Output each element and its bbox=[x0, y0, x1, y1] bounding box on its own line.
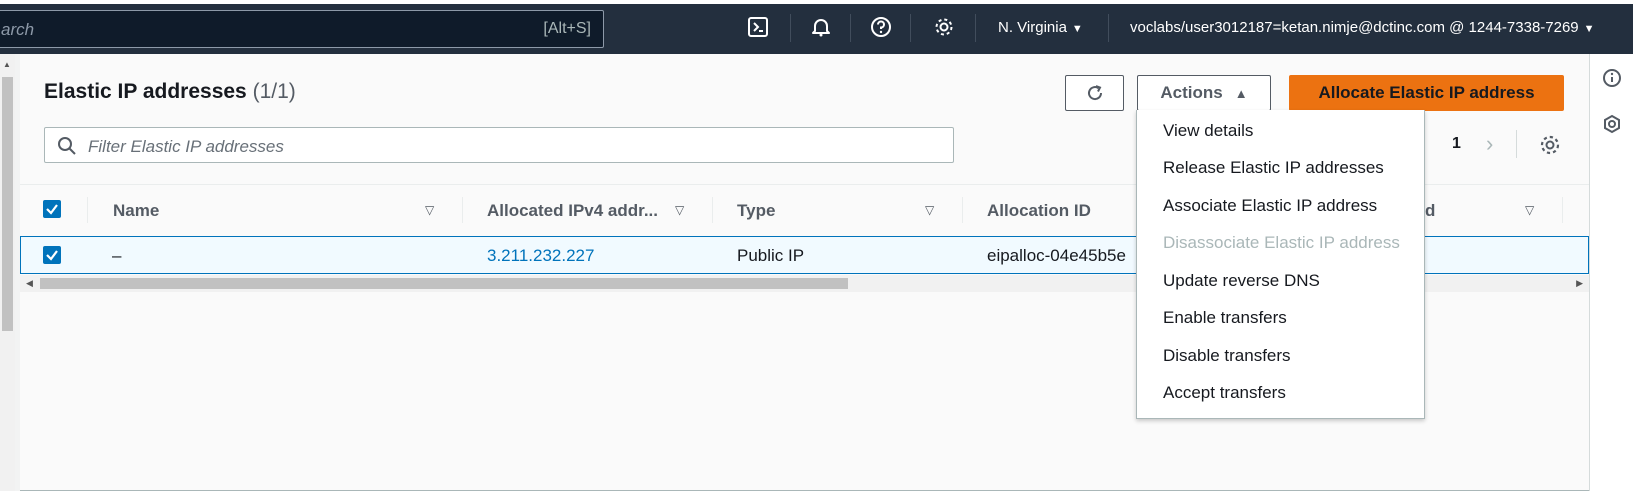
row-checkbox[interactable] bbox=[43, 246, 61, 264]
sort-icon[interactable]: ▽ bbox=[1525, 203, 1534, 217]
right-tools-rail bbox=[1589, 54, 1633, 491]
info-icon[interactable] bbox=[1600, 66, 1624, 90]
search-icon bbox=[58, 137, 76, 155]
settings-icon[interactable] bbox=[931, 14, 957, 40]
sort-icon[interactable]: ▽ bbox=[425, 203, 434, 217]
cell-name: – bbox=[112, 246, 122, 265]
page-title: Elastic IP addresses (1/1) bbox=[44, 80, 296, 104]
divider bbox=[790, 14, 791, 42]
column-header-name[interactable]: Name bbox=[113, 201, 159, 221]
page-vertical-scrollbar[interactable]: ▲ bbox=[0, 54, 15, 491]
cloudshell-icon[interactable] bbox=[745, 14, 771, 40]
menu-item-disassociate: Disassociate Elastic IP address bbox=[1163, 233, 1400, 252]
caret-up-icon: ▲ bbox=[1234, 85, 1248, 101]
scroll-right-arrow-icon[interactable]: ▶ bbox=[1576, 278, 1583, 289]
caret-down-icon: ▼ bbox=[1583, 23, 1595, 35]
cell-type: Public IP bbox=[737, 246, 805, 265]
scroll-up-arrow-icon[interactable]: ▲ bbox=[3, 60, 11, 69]
preferences-gear-icon[interactable] bbox=[1538, 133, 1562, 157]
hexagon-icon[interactable] bbox=[1600, 112, 1624, 136]
column-header-allocation-id[interactable]: Allocation ID bbox=[987, 201, 1091, 221]
account-label: voclabs/user3012187=ketan.nimje@dctinc.c… bbox=[1130, 19, 1579, 36]
top-navigation-bar: arch [Alt+S] N. Virginia ▼ voclabs/user30… bbox=[0, 0, 1633, 54]
divider bbox=[850, 14, 851, 42]
menu-item-view-details[interactable]: View details bbox=[1163, 121, 1253, 141]
column-header-type[interactable]: Type bbox=[737, 201, 775, 221]
actions-label: Actions bbox=[1160, 83, 1223, 102]
sort-icon[interactable]: ▽ bbox=[925, 203, 934, 217]
scrollbar-thumb[interactable] bbox=[2, 77, 13, 331]
divider bbox=[975, 14, 976, 42]
chevron-right-icon[interactable]: › bbox=[1486, 131, 1493, 157]
menu-item-update-reverse-dns[interactable]: Update reverse DNS bbox=[1163, 271, 1320, 291]
divider bbox=[910, 14, 911, 42]
cell-allocation-id: eipalloc-04e45b5e bbox=[987, 246, 1126, 265]
menu-item-enable-transfers[interactable]: Enable transfers bbox=[1163, 308, 1287, 328]
cell-ipv4-link[interactable]: 3.211.232.227 bbox=[487, 246, 594, 266]
menu-item-accept-transfers[interactable]: Accept transfers bbox=[1163, 383, 1286, 403]
account-menu[interactable]: voclabs/user3012187=ketan.nimje@dctinc.c… bbox=[1130, 19, 1595, 36]
allocate-elastic-ip-button[interactable]: Allocate Elastic IP address bbox=[1289, 75, 1564, 111]
select-all-checkbox[interactable] bbox=[43, 200, 61, 218]
column-header-ipv4[interactable]: Allocated IPv4 addr... bbox=[487, 201, 658, 221]
menu-item-release[interactable]: Release Elastic IP addresses bbox=[1163, 158, 1384, 178]
column-separator bbox=[1562, 197, 1563, 223]
caret-down-icon: ▼ bbox=[1071, 23, 1083, 35]
search-shortcut-hint: [Alt+S] bbox=[543, 20, 591, 37]
search-input[interactable]: arch [Alt+S] bbox=[0, 10, 604, 48]
refresh-button[interactable] bbox=[1065, 75, 1124, 111]
help-icon[interactable] bbox=[868, 14, 894, 40]
menu-item-associate[interactable]: Associate Elastic IP address bbox=[1163, 196, 1377, 216]
sort-icon[interactable]: ▽ bbox=[675, 203, 684, 217]
column-separator bbox=[462, 197, 463, 223]
refresh-icon bbox=[1087, 85, 1102, 101]
page-title-text: Elastic IP addresses bbox=[44, 80, 247, 103]
actions-button[interactable]: Actions ▲ bbox=[1137, 75, 1271, 111]
actions-dropdown-menu: View details Release Elastic IP addresse… bbox=[1136, 110, 1425, 419]
filter-input[interactable]: Filter Elastic IP addresses bbox=[44, 127, 954, 163]
bell-icon[interactable] bbox=[808, 14, 834, 40]
scroll-left-arrow-icon[interactable]: ◀ bbox=[26, 278, 33, 289]
divider bbox=[1108, 14, 1109, 42]
top-strip bbox=[0, 0, 1633, 4]
page-number[interactable]: 1 bbox=[1452, 135, 1461, 153]
column-separator bbox=[87, 197, 88, 223]
scrollbar-thumb[interactable] bbox=[40, 278, 848, 289]
divider bbox=[1516, 130, 1517, 158]
column-separator bbox=[962, 197, 963, 223]
menu-item-disable-transfers[interactable]: Disable transfers bbox=[1163, 346, 1291, 366]
search-text: arch bbox=[1, 20, 35, 39]
region-label: N. Virginia bbox=[998, 19, 1067, 36]
region-selector[interactable]: N. Virginia ▼ bbox=[998, 19, 1083, 36]
filter-placeholder: Filter Elastic IP addresses bbox=[88, 137, 284, 156]
selection-count: (1/1) bbox=[252, 80, 296, 103]
allocate-label: Allocate Elastic IP address bbox=[1318, 83, 1535, 102]
column-separator bbox=[712, 197, 713, 223]
